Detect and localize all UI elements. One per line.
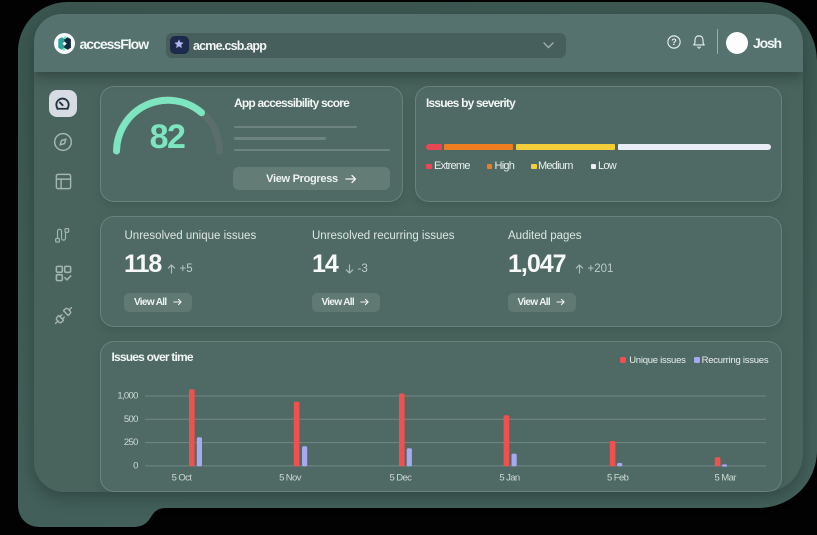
svg-text:5 Nov: 5 Nov xyxy=(279,473,302,484)
svg-text:500: 500 xyxy=(124,414,138,425)
svg-text:?: ? xyxy=(671,37,677,47)
svg-text:250: 250 xyxy=(124,437,138,448)
svg-text:5 Dec: 5 Dec xyxy=(389,473,412,484)
svg-text:5 Mar: 5 Mar xyxy=(715,473,737,484)
svg-text:5 Oct: 5 Oct xyxy=(172,473,193,484)
svg-text:5 Feb: 5 Feb xyxy=(607,473,629,484)
svg-text:1,000: 1,000 xyxy=(117,391,138,402)
svg-text:5 Jan: 5 Jan xyxy=(499,473,520,484)
svg-text:0: 0 xyxy=(133,460,138,471)
